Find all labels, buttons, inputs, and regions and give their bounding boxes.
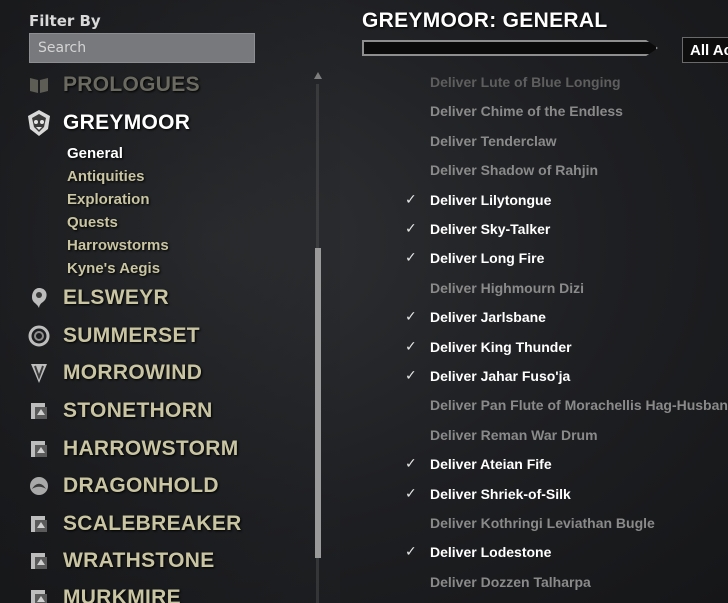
category-label: SUMMERSET <box>63 324 200 347</box>
greymoor-emblem-icon <box>26 110 52 136</box>
category-label: ELSWEYR <box>63 286 169 309</box>
morrowind-emblem-icon <box>26 360 52 386</box>
achievement-row[interactable]: Deliver Lute of Blue Longing <box>405 72 621 93</box>
achievement-label: Deliver Shriek-of-Silk <box>430 486 571 502</box>
category-label: MURKMIRE <box>63 586 181 603</box>
achievement-label: Deliver Pan Flute of Morachellis Hag-Hus… <box>430 397 728 413</box>
achievement-row[interactable]: ✓ Deliver Jahar Fuso'ja <box>405 365 570 387</box>
filter-label: Filter By <box>29 12 101 30</box>
category-murkmire[interactable]: MURKMIRE <box>26 583 181 603</box>
category-label: HARROWSTORM <box>63 437 239 460</box>
achievement-row[interactable]: ✓ Deliver Long Fire <box>405 247 544 269</box>
category-label: DRAGONHOLD <box>63 474 219 497</box>
category-progress-bar <box>362 40 658 56</box>
category-summerset[interactable]: SUMMERSET <box>26 321 200 351</box>
achievement-label: Deliver Dozzen Talharpa <box>430 574 591 590</box>
achievement-label: Deliver Tenderclaw <box>430 133 557 149</box>
achievement-row[interactable]: Deliver Dozzen Talharpa <box>405 571 591 593</box>
checkmark-icon: ✓ <box>405 309 417 325</box>
checkmark-icon: ✓ <box>405 250 417 266</box>
achievement-label: Deliver Highmourn Dizi <box>430 280 585 296</box>
achievement-row[interactable]: Deliver Kothringi Leviathan Bugle <box>405 512 655 534</box>
achievement-row[interactable]: Deliver Highmourn Dizi <box>405 277 584 299</box>
achievement-label: Deliver Long Fire <box>430 250 545 266</box>
category-scalebreaker[interactable]: SCALEBREAKER <box>26 509 242 539</box>
dlc-pack-icon <box>26 585 52 603</box>
achievement-row[interactable]: Deliver Reman War Drum <box>405 424 598 446</box>
category-label: PROLOGUES <box>63 73 200 96</box>
scroll-up-icon[interactable] <box>314 72 322 79</box>
achievement-label: Deliver Lute of Blue Longing <box>430 74 621 90</box>
achievement-filter-dropdown[interactable]: All Achievements <box>682 37 728 63</box>
category-elsweyr[interactable]: ELSWEYR <box>26 283 169 313</box>
achievement-label: Deliver Lodestone <box>430 544 552 560</box>
achievement-label: Deliver Jarlsbane <box>430 309 546 325</box>
achievement-label: Deliver Chime of the Endless <box>430 103 623 119</box>
category-greymoor[interactable]: GREYMOOR <box>26 108 190 138</box>
category-dragonhold[interactable]: DRAGONHOLD <box>26 471 219 501</box>
summerset-emblem-icon <box>26 323 52 349</box>
subcategory-exploration[interactable]: Exploration <box>67 191 150 208</box>
category-label: GREYMOOR <box>63 111 191 134</box>
category-label: MORROWIND <box>63 361 203 384</box>
category-harrowstorm[interactable]: HARROWSTORM <box>26 434 239 464</box>
achievement-list: Deliver Lute of Blue Longing Deliver Chim… <box>405 72 728 603</box>
category-scrollbar[interactable] <box>313 72 323 603</box>
subcategory-general[interactable]: General <box>67 145 123 162</box>
category-label: SCALEBREAKER <box>63 512 242 535</box>
achievement-row[interactable]: ✓ Deliver Ateian Fife <box>405 453 552 475</box>
subcategory-kynes-aegis[interactable]: Kyne's Aegis <box>67 260 160 277</box>
category-label: WRATHSTONE <box>63 549 215 572</box>
achievement-label: Deliver Kothringi Leviathan Bugle <box>430 515 655 531</box>
category-morrowind[interactable]: MORROWIND <box>26 358 202 388</box>
achievement-row[interactable]: Deliver Tenderclaw <box>405 130 557 152</box>
elsweyr-emblem-icon <box>26 285 52 311</box>
achievement-row[interactable]: ✓ Deliver Lodestone <box>405 541 551 563</box>
dlc-pack-icon <box>26 511 52 537</box>
category-stonethorn[interactable]: STONETHORN <box>26 396 213 426</box>
checkmark-icon: ✓ <box>405 221 417 237</box>
book-icon <box>26 72 52 98</box>
category-prologues[interactable]: PROLOGUES <box>26 70 200 100</box>
achievement-label: Deliver King Thunder <box>430 339 572 355</box>
dragonhold-emblem-icon <box>26 473 52 499</box>
achievement-row[interactable]: ✓ Deliver Sky-Talker <box>405 218 550 240</box>
checkmark-icon: ✓ <box>405 456 417 472</box>
dlc-pack-icon <box>26 398 52 424</box>
page-title: GREYMOOR: GENERAL <box>362 9 608 32</box>
checkmark-icon: ✓ <box>405 544 417 560</box>
achievement-row[interactable]: ✓ Deliver Jarlsbane <box>405 306 546 328</box>
achievement-row[interactable]: ✓ Deliver Lilytongue <box>405 189 551 211</box>
achievement-label: Deliver Ateian Fife <box>430 456 552 472</box>
achievement-label: Deliver Lilytongue <box>430 192 552 208</box>
category-list: PROLOGUES GREYMOOR General Antiquities E… <box>0 68 320 603</box>
dlc-pack-icon <box>26 436 52 462</box>
scroll-thumb[interactable] <box>315 248 321 558</box>
checkmark-icon: ✓ <box>405 486 417 502</box>
achievement-row[interactable]: ✓ Deliver King Thunder <box>405 336 572 358</box>
subcategory-harrowstorms[interactable]: Harrowstorms <box>67 237 169 254</box>
checkmark-icon: ✓ <box>405 368 417 384</box>
category-label: STONETHORN <box>63 399 213 422</box>
checkmark-icon: ✓ <box>405 192 417 208</box>
achievement-row[interactable]: Deliver Pan Flute of Morachellis Hag-Hus… <box>405 394 728 416</box>
achievement-row[interactable]: ✓ Deliver Shriek-of-Silk <box>405 483 571 505</box>
search-input[interactable] <box>29 33 255 63</box>
achievement-label: Deliver Jahar Fuso'ja <box>430 368 571 384</box>
achievement-label: Deliver Sky-Talker <box>430 221 551 237</box>
checkmark-icon: ✓ <box>405 339 417 355</box>
achievement-row[interactable]: Deliver Shadow of Rahjin <box>405 159 598 181</box>
subcategory-quests[interactable]: Quests <box>67 214 118 231</box>
achievement-label: Deliver Reman War Drum <box>430 427 598 443</box>
dlc-pack-icon <box>26 548 52 574</box>
subcategory-antiquities[interactable]: Antiquities <box>67 168 145 185</box>
achievement-row[interactable]: Deliver Chime of the Endless <box>405 100 623 122</box>
achievement-label: Deliver Shadow of Rahjin <box>430 162 599 178</box>
category-wrathstone[interactable]: WRATHSTONE <box>26 546 215 576</box>
